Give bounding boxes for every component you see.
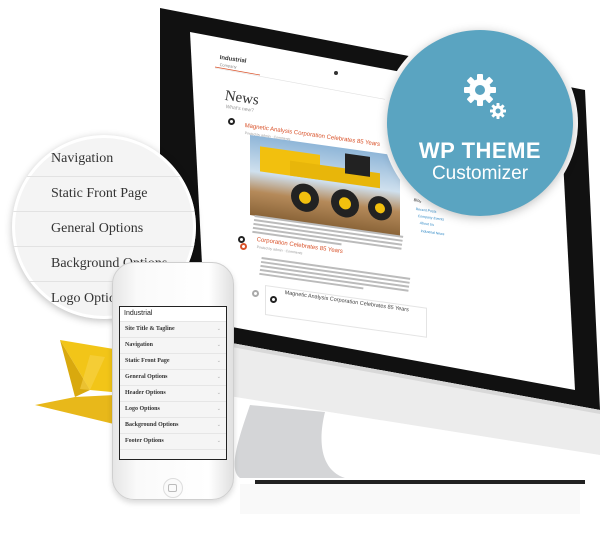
menu-label: Site Title & Tagline xyxy=(125,326,175,332)
menu-label: Navigation xyxy=(125,342,154,348)
badge-title: WP THEME xyxy=(418,138,542,163)
phone-menu-item[interactable]: Background Options ⌄ xyxy=(120,417,226,433)
chevron-down-icon: ⌄ xyxy=(216,423,221,428)
chevron-down-icon: ⌄ xyxy=(216,407,221,412)
menu-label: General Options xyxy=(125,374,168,380)
post-marker-icon xyxy=(228,118,235,125)
badge-subtitle: Customizer xyxy=(431,163,529,184)
phone-menu-item-partial[interactable] xyxy=(120,449,226,459)
chevron-down-icon: ⌄ xyxy=(216,375,221,380)
phone-menu-item[interactable]: General Options ⌄ xyxy=(120,369,226,385)
phone-menu-item[interactable]: Navigation ⌄ xyxy=(120,337,226,353)
menu-label: Background Options xyxy=(125,422,179,428)
home-button-icon xyxy=(168,484,177,492)
post-marker-icon xyxy=(238,236,245,243)
menu-item-static-front-page[interactable]: Static Front Page xyxy=(12,177,196,212)
phone-site-title: Industrial xyxy=(124,310,153,317)
chevron-down-icon: ⌄ xyxy=(216,391,221,396)
menu-label: Footer Options xyxy=(125,438,164,444)
phone-menu-item[interactable]: Footer Options ⌄ xyxy=(120,433,226,449)
customizer-badge: WP THEME Customizer xyxy=(387,30,573,216)
chevron-down-icon: ⌄ xyxy=(216,359,221,364)
chevron-down-icon: ⌄ xyxy=(216,439,221,444)
chevron-down-icon: ⌄ xyxy=(216,327,221,332)
post-marker-icon xyxy=(240,243,247,250)
widget-title: Blog xyxy=(413,197,422,204)
quote-marker-icon xyxy=(270,296,277,303)
menu-item-navigation[interactable]: Navigation xyxy=(12,142,196,177)
phone-menu-item[interactable]: Site Title & Tagline ⌄ xyxy=(120,321,226,337)
menu-item-general-options[interactable]: General Options xyxy=(12,212,196,247)
menu-label: Header Options xyxy=(125,390,166,396)
phone-menu-item[interactable]: Logo Options ⌄ xyxy=(120,401,226,417)
phone-menu-item[interactable]: Header Options ⌄ xyxy=(120,385,226,401)
chevron-down-icon: ⌄ xyxy=(216,343,221,348)
menu-label: Static Front Page xyxy=(125,358,170,364)
phone-screen: Industrial Site Title & Tagline ⌄ Navigat… xyxy=(119,306,227,460)
menu-label: Logo Options xyxy=(125,406,160,412)
gear-small-icon xyxy=(490,103,506,119)
phone-menu-item[interactable]: Static Front Page ⌄ xyxy=(120,353,226,369)
post-marker-icon xyxy=(252,290,259,297)
